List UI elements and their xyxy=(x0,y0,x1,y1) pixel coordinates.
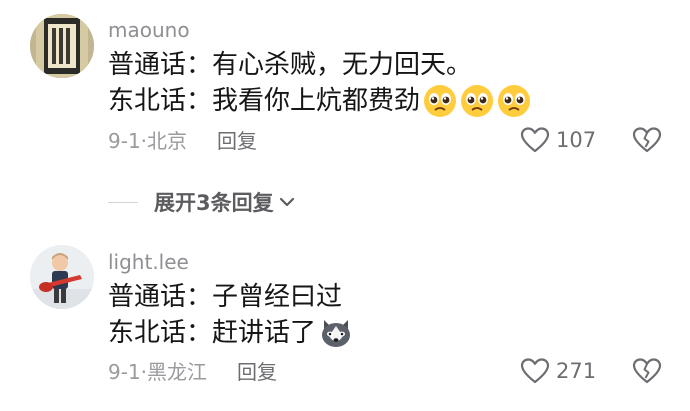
comment-line: 东北话： 我看你上炕都费劲 xyxy=(108,84,531,118)
reply-button[interactable]: 回复 xyxy=(237,359,277,385)
like-button[interactable]: 107 xyxy=(520,126,596,154)
line-text: 子曾经曰过 xyxy=(212,282,343,312)
broken-heart-icon xyxy=(632,358,662,384)
avatar-image xyxy=(30,14,94,78)
avatar[interactable] xyxy=(30,14,94,78)
line-label: 东北话： xyxy=(108,86,213,116)
chevron-down-icon xyxy=(279,197,294,207)
line-text: 有心杀贼，无力回天。 xyxy=(212,50,473,80)
avatar-image xyxy=(30,245,94,309)
avatar[interactable] xyxy=(30,245,94,309)
comment-line: 普通话： 子曾经曰过 xyxy=(108,280,342,314)
line-label: 普通话： xyxy=(108,50,213,80)
broken-heart-icon xyxy=(632,127,662,153)
heart-outline-icon xyxy=(520,127,550,153)
comment-meta: 9-1· 黑龙江 回复 xyxy=(108,359,277,385)
dislike-button[interactable] xyxy=(632,357,662,389)
username[interactable]: light.lee xyxy=(108,250,189,274)
comment-date: 9-1· xyxy=(108,360,148,384)
reply-button[interactable]: 回复 xyxy=(217,128,257,154)
comment-line: 普通话： 有心杀贼，无力回天。 xyxy=(108,48,472,82)
like-count: 271 xyxy=(556,359,597,383)
comment-line: 东北话： 赶讲话了 xyxy=(108,316,353,350)
comment-location: 黑龙江 xyxy=(147,360,208,384)
comment-date: 9-1· xyxy=(108,129,148,153)
comment-item: maouno 普通话： 有心杀贼，无力回天。 东北话： 我看你上炕都费劲 9-1… xyxy=(0,0,690,170)
line-label: 东北话： xyxy=(108,318,213,348)
comment-item: light.lee 普通话： 子曾经曰过 东北话： 赶讲话了 9-1· 黑龙江 回复… xyxy=(0,236,690,406)
comment-meta: 9-1· 北京 回复 xyxy=(108,128,257,154)
expand-replies-button[interactable]: 展开3条回复 xyxy=(108,187,296,217)
pleading-face-emoji xyxy=(498,85,531,117)
like-count: 107 xyxy=(556,128,597,152)
husky-dog-emoji xyxy=(322,320,351,347)
divider xyxy=(108,201,138,203)
username[interactable]: maouno xyxy=(108,18,190,42)
dislike-button[interactable] xyxy=(632,126,662,158)
comment-location: 北京 xyxy=(147,129,188,153)
pleading-face-emoji xyxy=(424,85,457,117)
heart-outline-icon xyxy=(520,358,550,384)
line-text: 我看你上炕都费劲 xyxy=(212,86,421,116)
like-button[interactable]: 271 xyxy=(520,357,596,385)
line-label: 普通话： xyxy=(108,282,213,312)
expand-replies-label: 展开3条回复 xyxy=(154,191,274,215)
pleading-face-emoji xyxy=(461,85,494,117)
line-text: 赶讲话了 xyxy=(212,318,317,348)
